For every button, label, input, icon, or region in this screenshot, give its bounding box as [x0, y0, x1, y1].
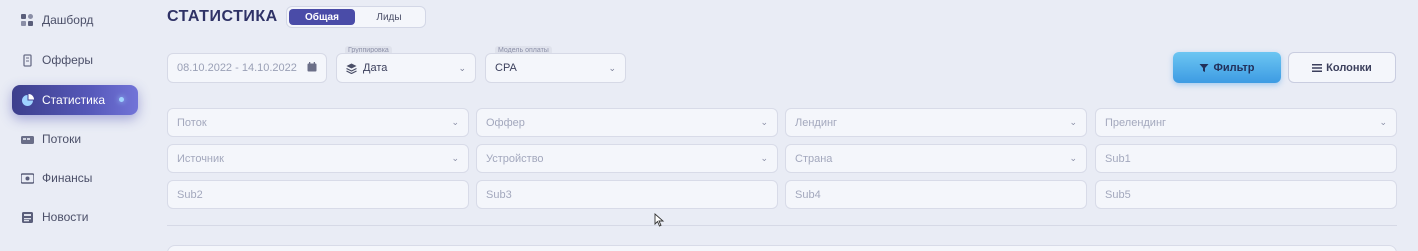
section-divider	[167, 225, 1397, 226]
sub1-placeholder: Sub1	[1105, 152, 1131, 165]
active-indicator	[119, 97, 124, 102]
offers-icon	[20, 53, 34, 67]
stream-placeholder: Поток	[177, 116, 207, 129]
source-select[interactable]: Источник ⌄	[167, 144, 469, 173]
sidebar-item-finance[interactable]: Финансы	[12, 163, 138, 193]
stream-select[interactable]: Поток ⌄	[167, 108, 469, 137]
date-range-value: 08.10.2022 - 14.10.2022	[177, 62, 297, 74]
sub2-input[interactable]: Sub2	[167, 180, 469, 209]
sub3-placeholder: Sub3	[486, 188, 512, 201]
sidebar-item-dashboard[interactable]: Дашборд	[12, 5, 138, 35]
offer-placeholder: Оффер	[486, 116, 525, 129]
columns-button[interactable]: Колонки	[1288, 52, 1396, 83]
chevron-down-icon: ⌄	[760, 153, 768, 163]
dashboard-icon	[20, 13, 34, 27]
columns-icon	[1312, 63, 1323, 73]
chevron-down-icon: ⌄	[451, 153, 459, 163]
sidebar-item-news[interactable]: Новости	[12, 202, 138, 232]
grouping-value: Дата	[363, 62, 388, 74]
news-icon	[20, 210, 34, 224]
prelanding-placeholder: Прелендинг	[1105, 116, 1167, 129]
statistics-icon	[20, 93, 34, 107]
sub2-placeholder: Sub2	[177, 188, 203, 201]
sidebar-item-offers[interactable]: Офферы	[12, 45, 138, 75]
sidebar-item-streams[interactable]: Потоки	[12, 124, 138, 154]
chevron-down-icon: ⌄	[1069, 117, 1077, 127]
date-range-picker[interactable]: 08.10.2022 - 14.10.2022	[167, 53, 327, 83]
chevron-down-icon: ⌄	[458, 62, 466, 73]
sidebar-item-label: Новости	[42, 210, 89, 224]
chevron-down-icon: ⌄	[1069, 153, 1077, 163]
chevron-down-icon: ⌄	[608, 62, 616, 73]
sub1-input[interactable]: Sub1	[1095, 144, 1397, 173]
sidebar: Дашборд Офферы Статистика Потоки Финансы…	[0, 0, 150, 251]
sub5-placeholder: Sub5	[1105, 188, 1131, 201]
sidebar-item-statistics[interactable]: Статистика	[12, 85, 138, 115]
stats-table-panel	[167, 245, 1397, 251]
filter-button-label: Фильтр	[1213, 61, 1255, 74]
source-placeholder: Источник	[177, 152, 224, 165]
chevron-down-icon: ⌄	[451, 117, 459, 127]
landing-select[interactable]: Лендинг ⌄	[785, 108, 1087, 137]
finance-icon	[20, 171, 34, 185]
sub4-input[interactable]: Sub4	[785, 180, 1087, 209]
offer-select[interactable]: Оффер ⌄	[476, 108, 778, 137]
stats-tabs: Общая Лиды	[286, 6, 426, 28]
device-placeholder: Устройство	[486, 152, 544, 165]
sub3-input[interactable]: Sub3	[476, 180, 778, 209]
grouping-select[interactable]: Дата ⌄	[336, 53, 476, 83]
chevron-down-icon: ⌄	[760, 117, 768, 127]
calendar-icon	[307, 61, 317, 75]
landing-placeholder: Лендинг	[795, 116, 838, 129]
device-select[interactable]: Устройство ⌄	[476, 144, 778, 173]
chevron-down-icon: ⌄	[1379, 117, 1387, 127]
sidebar-item-label: Потоки	[42, 132, 82, 146]
page-title: СТАТИСТИКА	[167, 8, 278, 25]
app-root: Дашборд Офферы Статистика Потоки Финансы…	[0, 0, 1418, 251]
sub4-placeholder: Sub4	[795, 188, 821, 201]
filter-button[interactable]: Фильтр	[1173, 52, 1281, 83]
country-placeholder: Страна	[795, 152, 833, 165]
sub5-input[interactable]: Sub5	[1095, 180, 1397, 209]
columns-button-label: Колонки	[1326, 61, 1372, 74]
payment-model-value: CPA	[495, 62, 517, 74]
filter-icon	[1199, 63, 1209, 73]
prelanding-select[interactable]: Прелендинг ⌄	[1095, 108, 1397, 137]
sidebar-item-label: Дашборд	[42, 13, 94, 27]
streams-icon	[20, 132, 34, 146]
mouse-cursor-icon	[654, 213, 665, 232]
sidebar-item-label: Офферы	[42, 53, 94, 67]
tab-general[interactable]: Общая	[289, 9, 355, 25]
country-select[interactable]: Страна ⌄	[785, 144, 1087, 173]
sidebar-item-label: Финансы	[42, 171, 93, 185]
sidebar-item-label: Статистика	[42, 93, 106, 107]
payment-model-select[interactable]: CPA ⌄	[485, 53, 626, 83]
tab-leads[interactable]: Лиды	[355, 9, 423, 25]
layers-icon	[346, 63, 357, 74]
